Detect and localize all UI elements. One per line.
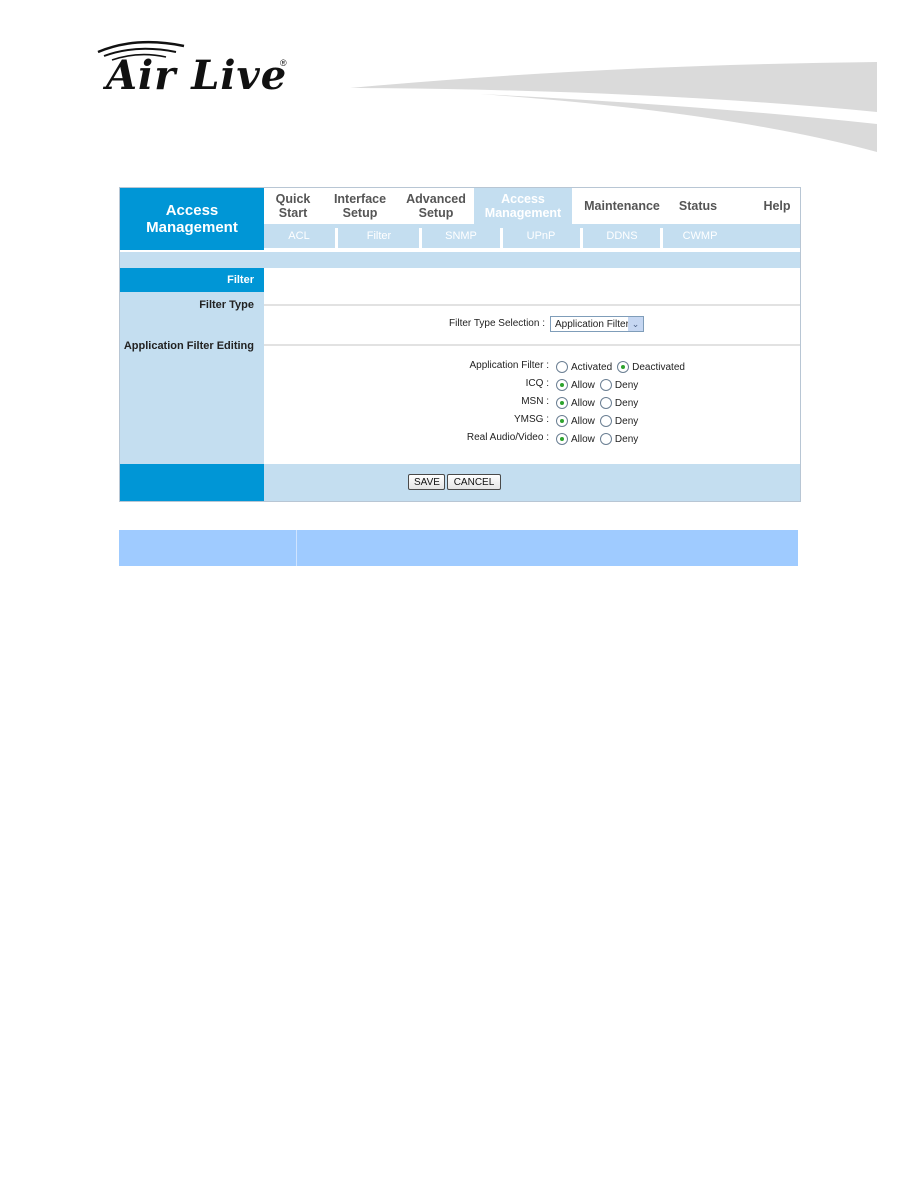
chevron-down-icon[interactable]: ⌄ [628, 317, 643, 331]
save-button[interactable]: SAVE [408, 474, 445, 490]
radio-deactivated[interactable] [617, 361, 630, 373]
tab-label: Status [678, 199, 718, 213]
option-allow: Allow [571, 415, 595, 427]
filter-type-select[interactable]: Application Filter ⌄ [550, 316, 644, 332]
subnav-upnp[interactable]: UPnP [503, 224, 579, 248]
sidebar-label-filter-type: Filter Type [199, 299, 254, 311]
app-label: YMSG : [513, 414, 549, 425]
info-table-cell [119, 530, 297, 566]
registered-mark: ® [280, 58, 287, 68]
tab-label: Interface [333, 192, 387, 206]
footer-actions: SAVE CANCEL [264, 464, 800, 501]
tab-label: Help [763, 199, 791, 213]
tab-label: Start [278, 206, 308, 220]
filter-type-row: Filter Type Selection : Application Filt… [264, 316, 800, 334]
tab-maintenance[interactable]: Maintenance [572, 188, 672, 224]
tab-label: Setup [342, 206, 378, 220]
info-table-header [119, 530, 798, 566]
option-activated: Activated [571, 361, 613, 373]
tab-status[interactable]: Status [672, 188, 724, 224]
subnav-filter[interactable]: Filter [338, 224, 420, 248]
filter-type-value: Application Filter [555, 319, 629, 330]
tab-label: Access [501, 192, 545, 206]
sub-nav: ACL Filter SNMP UPnP DDNS CWMP [264, 224, 800, 248]
radio-deny[interactable] [599, 397, 612, 409]
tab-interface-setup[interactable]: Interface Setup [322, 188, 398, 224]
radio-deny[interactable] [599, 433, 612, 445]
content-area: Filter Type Selection : Application Filt… [264, 268, 800, 464]
option-deny: Deny [614, 433, 639, 445]
cancel-button[interactable]: CANCEL [447, 474, 501, 490]
logo-wordmark: Air Live [106, 52, 288, 99]
divider [264, 304, 800, 306]
option-deny: Deny [614, 415, 639, 427]
app-row-msn: MSN : Allow Deny [264, 394, 800, 412]
sidebar-label-app-filter-editing: Application Filter Editing [123, 340, 254, 352]
tab-label: Maintenance [584, 199, 660, 213]
radio-allow[interactable] [556, 397, 568, 409]
brand-line2: Management [146, 219, 238, 236]
spacer-bar [120, 250, 800, 268]
option-allow: Allow [571, 433, 595, 445]
radio-activated[interactable] [556, 361, 568, 373]
option-deny: Deny [614, 397, 639, 409]
tab-label: Quick [275, 192, 311, 206]
radio-deny[interactable] [599, 379, 612, 391]
app-label: ICQ : [525, 378, 549, 389]
tab-help[interactable]: Help [754, 188, 800, 224]
filter-type-label: Filter Type Selection : [449, 318, 545, 329]
app-row-icq: ICQ : Allow Deny [264, 376, 800, 394]
option-deactivated: Deactivated [632, 361, 685, 373]
option-allow: Allow [571, 397, 595, 409]
subnav-acl[interactable]: ACL [264, 224, 334, 248]
app-row-real-audio-video: Real Audio/Video : Allow Deny [264, 430, 800, 448]
radio-allow[interactable] [556, 433, 568, 445]
sidebar-header-filter: Filter [120, 268, 264, 292]
router-panel: Access Management Quick Start Interface Se… [119, 187, 801, 502]
radio-deny[interactable] [599, 415, 612, 427]
section-brand: Access Management [120, 188, 264, 250]
tab-label: Management [484, 206, 562, 220]
sidebar [120, 268, 264, 464]
tab-quick-start[interactable]: Quick Start [264, 188, 322, 224]
tab-access-management[interactable]: Access Management [474, 188, 572, 224]
tab-label: Setup [418, 206, 454, 220]
option-allow: Allow [571, 379, 595, 391]
tab-advanced-setup[interactable]: Advanced Setup [398, 188, 474, 224]
airlive-logo: Air Live ® [96, 38, 296, 98]
subnav-ddns[interactable]: DDNS [583, 224, 661, 248]
radio-allow[interactable] [556, 415, 568, 427]
divider [264, 344, 800, 346]
subnav-snmp[interactable]: SNMP [422, 224, 500, 248]
app-row-ymsg: YMSG : Allow Deny [264, 412, 800, 430]
tab-label: Advanced [406, 192, 466, 206]
app-label: Real Audio/Video : [466, 432, 549, 443]
footer-left [120, 464, 264, 501]
app-label: MSN : [521, 396, 549, 407]
decorative-swoosh [350, 62, 877, 152]
app-filter-row: Application Filter : Activated Deactivat… [264, 358, 800, 376]
subnav-cwmp[interactable]: CWMP [663, 224, 737, 248]
radio-allow[interactable] [556, 379, 568, 391]
app-filter-label: Application Filter : [469, 360, 549, 371]
top-nav: Quick Start Interface Setup Advanced Setup … [264, 188, 800, 224]
option-deny: Deny [614, 379, 639, 391]
brand-line1: Access [165, 202, 219, 219]
